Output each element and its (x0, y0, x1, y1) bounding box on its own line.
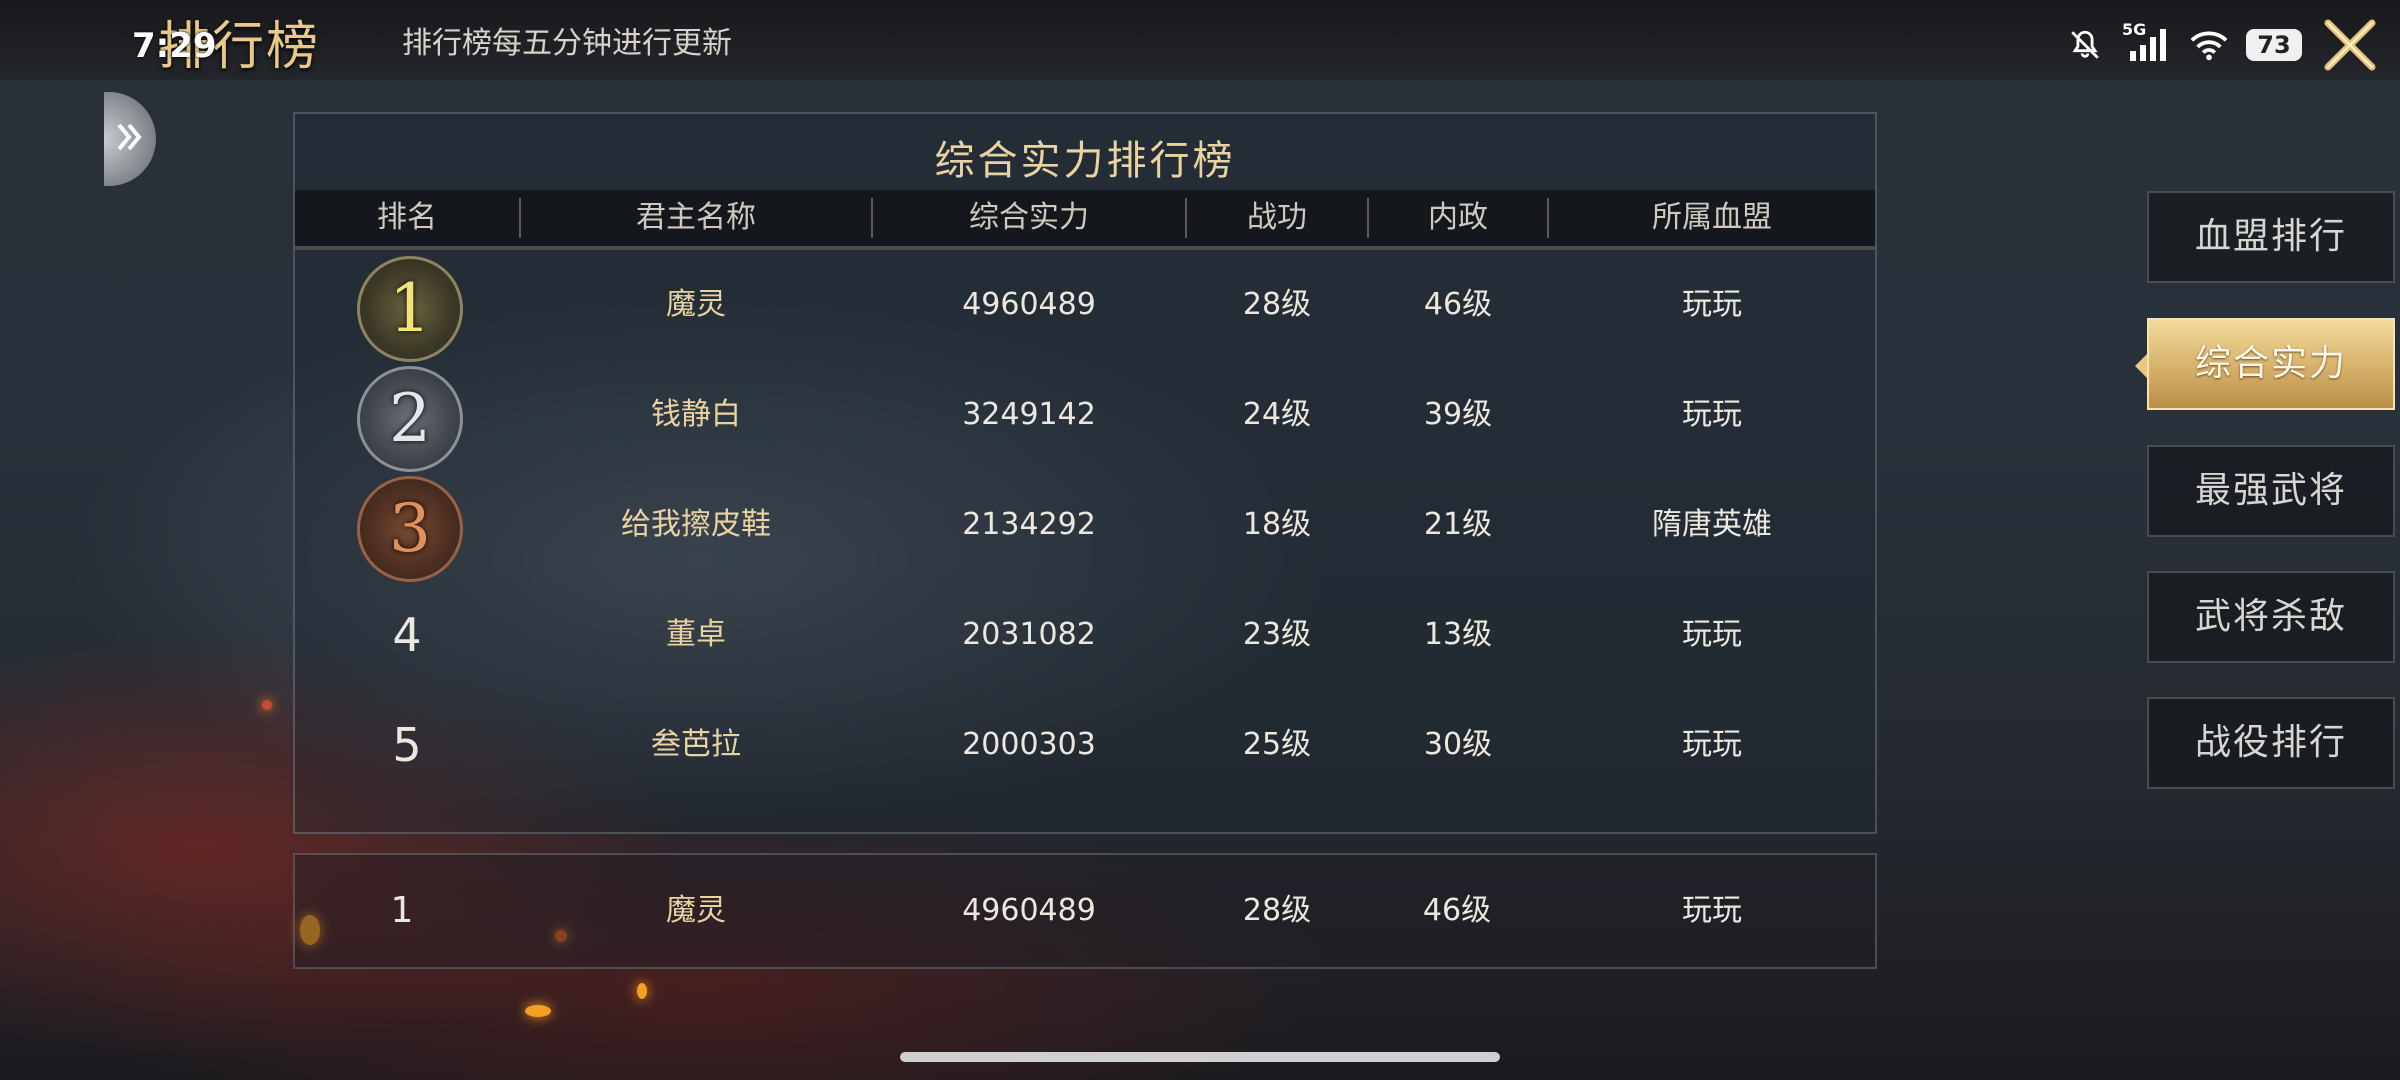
lord-name: 董卓 (666, 617, 726, 652)
tab-alliance-ranking[interactable]: 血盟排行 (2147, 191, 2395, 283)
my-lord-name: 魔灵 (666, 893, 726, 928)
my-admin-level: 46级 (1422, 893, 1492, 928)
double-chevron-right-icon (115, 117, 145, 161)
lord-name: 叁芭拉 (651, 727, 741, 762)
power-value: 4960489 (962, 287, 1096, 322)
merit-level: 23级 (1242, 617, 1312, 652)
update-notice: 排行榜每五分钟进行更新 (402, 26, 732, 61)
rank-number: 3 (389, 490, 431, 567)
column-header-lord-name: 君主名称 (636, 200, 756, 235)
gold-medal-icon: 1 (357, 256, 463, 362)
power-value: 2031082 (962, 617, 1096, 652)
active-tab-pointer (2135, 354, 2147, 378)
alliance-name: 隋唐英雄 (1652, 507, 1772, 542)
lord-name: 钱静白 (651, 397, 741, 432)
merit-level: 28级 (1242, 287, 1312, 322)
tab-campaign-ranking[interactable]: 战役排行 (2147, 697, 2395, 789)
column-header-alliance: 所属血盟 (1652, 200, 1772, 235)
close-icon[interactable] (2320, 15, 2380, 75)
table-row[interactable]: 2 钱静白 3249142 24级 39级 玩玩 (295, 360, 1875, 472)
battery-icon: 73 (2246, 29, 2302, 61)
column-header-merit: 战功 (1247, 200, 1307, 235)
rank-number: 4 (392, 608, 422, 662)
merit-level: 18级 (1242, 507, 1312, 542)
top-bar: 排行榜 7:29 排行榜每五分钟进行更新 5G 73 (0, 0, 2400, 80)
table-row[interactable]: 4 董卓 2031082 23级 13级 玩玩 (295, 580, 1875, 690)
my-rank-number: 1 (390, 890, 414, 931)
table-row[interactable]: 5 叁芭拉 2000303 25级 30级 玩玩 (295, 690, 1875, 800)
admin-level: 21级 (1423, 507, 1493, 542)
ember-decoration (525, 1005, 551, 1017)
my-power-value: 4960489 (962, 893, 1096, 928)
network-type-label: 5G (2122, 20, 2147, 39)
admin-level: 46级 (1423, 287, 1493, 322)
rank-number: 2 (389, 380, 431, 457)
status-time: 7:29 (132, 26, 217, 66)
column-header-power: 综合实力 (969, 200, 1089, 235)
rank-number: 1 (389, 270, 431, 347)
admin-level: 30级 (1423, 727, 1493, 762)
merit-level: 25级 (1242, 727, 1312, 762)
alliance-name: 玩玩 (1682, 617, 1742, 652)
wifi-icon (2190, 26, 2228, 64)
tab-overall-power[interactable]: 综合实力 (2147, 318, 2395, 410)
power-value: 2000303 (962, 727, 1096, 762)
expand-menu-button[interactable] (104, 92, 156, 186)
admin-level: 13级 (1423, 617, 1493, 652)
alliance-name: 玩玩 (1682, 727, 1742, 762)
merit-level: 24级 (1242, 397, 1312, 432)
home-indicator[interactable] (900, 1052, 1500, 1062)
leaderboard-panel: 综合实力排行榜 排名 君主名称 综合实力 战功 内政 所属血盟 1 魔灵 496… (293, 112, 1877, 834)
alliance-name: 玩玩 (1682, 287, 1742, 322)
lord-name: 魔灵 (666, 287, 726, 322)
status-icons: 5G 73 (2066, 19, 2380, 71)
table-row[interactable]: 3 给我擦皮鞋 2134292 18级 21级 隋唐英雄 (295, 470, 1875, 582)
my-alliance-name: 玩玩 (1682, 893, 1742, 928)
column-header-rank: 排名 (377, 200, 437, 235)
table-row[interactable]: 1 魔灵 4960489 28级 46级 玩玩 (295, 250, 1875, 362)
ember-decoration (637, 983, 647, 999)
power-value: 3249142 (962, 397, 1096, 432)
bronze-medal-icon: 3 (357, 476, 463, 582)
my-merit-level: 28级 (1242, 893, 1312, 928)
mute-icon (2066, 26, 2104, 64)
power-value: 2134292 (962, 507, 1096, 542)
tab-general-kills[interactable]: 武将杀敌 (2147, 571, 2395, 663)
ember-decoration (262, 700, 272, 710)
rank-number: 5 (392, 718, 422, 772)
my-rank-row[interactable]: 1 魔灵 4960489 28级 46级 玩玩 (293, 853, 1877, 969)
tab-strongest-general[interactable]: 最强武将 (2147, 445, 2395, 537)
leaderboard-title: 综合实力排行榜 (934, 138, 1236, 184)
admin-level: 39级 (1423, 397, 1493, 432)
cellular-signal-icon: 5G (2122, 20, 2172, 64)
table-header: 排名 君主名称 综合实力 战功 内政 所属血盟 (295, 190, 1875, 250)
alliance-name: 玩玩 (1682, 397, 1742, 432)
lord-name: 给我擦皮鞋 (621, 507, 771, 542)
silver-medal-icon: 2 (357, 366, 463, 472)
column-header-admin: 内政 (1428, 200, 1488, 235)
